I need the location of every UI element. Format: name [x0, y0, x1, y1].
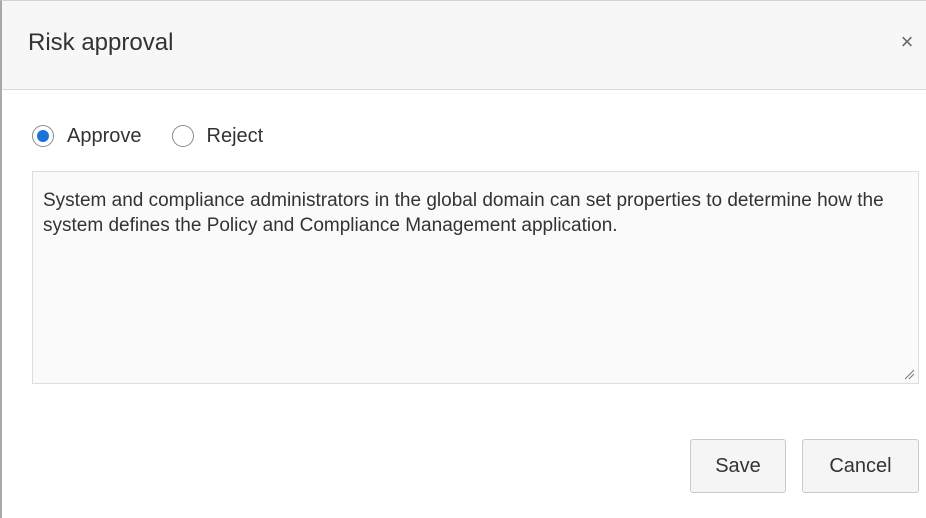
decision-radio-group: Approve Reject — [32, 122, 293, 150]
dialog-title: Risk approval — [28, 29, 174, 56]
comment-textarea[interactable]: System and compliance administrators in … — [32, 171, 919, 384]
reject-radio[interactable] — [171, 125, 194, 147]
resize-grip-icon[interactable] — [903, 368, 915, 380]
cancel-button[interactable]: Cancel — [802, 439, 919, 493]
close-icon[interactable]: × — [896, 31, 918, 53]
dialog-header: Risk approval × — [2, 1, 926, 90]
approve-label: Approve — [67, 124, 142, 147]
risk-approval-dialog: Risk approval × Approve Reject System an… — [0, 0, 926, 518]
save-button[interactable]: Save — [690, 439, 786, 493]
reject-label: Reject — [206, 124, 264, 147]
reject-radio-option[interactable]: Reject — [171, 124, 264, 148]
approve-radio-option[interactable]: Approve — [32, 125, 142, 148]
approve-radio[interactable] — [32, 125, 54, 147]
comment-text: System and compliance administrators in … — [43, 190, 884, 236]
